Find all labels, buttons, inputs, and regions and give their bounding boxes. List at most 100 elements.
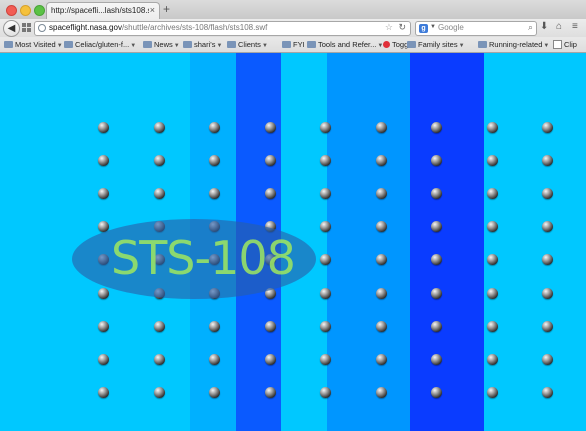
grid-dot	[375, 187, 387, 199]
grid-dot	[486, 154, 498, 166]
folder-icon	[183, 40, 192, 48]
folder-icon	[227, 40, 236, 48]
grid-dot	[375, 220, 387, 232]
menu-icon[interactable]: ≡	[572, 21, 578, 32]
grid-dot	[375, 320, 387, 332]
grid-dot	[208, 187, 220, 199]
bookmark-label: Celiac/gluten-f...	[75, 40, 130, 49]
grid-dot	[97, 121, 109, 133]
grid-dot	[319, 121, 331, 133]
grid-dot	[541, 121, 553, 133]
grid-dot	[153, 320, 165, 332]
toggl-icon	[383, 40, 390, 48]
grid-dot	[430, 220, 442, 232]
browser-tab[interactable]: http://spacefli...lash/sts108.swf ×	[46, 2, 160, 20]
close-window-icon[interactable]	[6, 5, 17, 16]
new-tab-button[interactable]: +	[163, 2, 170, 16]
bookmark-item[interactable]: Clients▼	[227, 39, 268, 50]
bookmark-label: Tools and Refer...	[318, 40, 377, 49]
grid-dot	[375, 353, 387, 365]
chevron-down-icon: ▼	[543, 43, 550, 49]
grid-dot	[208, 320, 220, 332]
grid-dot	[319, 386, 331, 398]
grid-dot	[430, 187, 442, 199]
folder-icon	[64, 40, 73, 48]
grid-dot	[153, 353, 165, 365]
grid-dot	[208, 386, 220, 398]
bookmark-label: FYI	[293, 40, 305, 49]
bookmark-item[interactable]: News▼	[143, 39, 180, 50]
tab-title: http://spacefli...lash/sts108.swf	[51, 6, 149, 15]
home-icon[interactable]: ⌂	[556, 21, 562, 32]
tab-close-icon[interactable]: ×	[150, 5, 155, 15]
grid-dot	[541, 154, 553, 166]
grid-dot	[430, 353, 442, 365]
search-bar[interactable]: g ▼ Google ⌕	[415, 21, 537, 36]
bookmark-star-icon[interactable]: ☆	[385, 22, 393, 33]
globe-icon	[38, 24, 46, 32]
bookmark-item[interactable]: Celiac/gluten-f...▼	[64, 39, 136, 50]
grid-dot	[486, 353, 498, 365]
flash-content[interactable]: STS-108	[0, 53, 586, 431]
checkbox-icon	[553, 39, 562, 49]
grid-dot	[375, 121, 387, 133]
folder-icon	[407, 40, 416, 48]
grid-dot	[486, 187, 498, 199]
grid-dot	[97, 154, 109, 166]
zoom-window-icon[interactable]	[34, 5, 45, 16]
tab-bar: http://spacefli...lash/sts108.swf × +	[0, 0, 586, 20]
bookmark-label: Most Visited	[15, 40, 56, 49]
grid-dot	[97, 287, 109, 299]
back-button[interactable]: ◀	[3, 20, 20, 37]
google-engine-icon[interactable]: g	[419, 24, 428, 33]
bookmark-label: shari's	[194, 40, 216, 49]
stripe-mid	[327, 53, 410, 431]
reload-icon[interactable]: ↻	[398, 22, 406, 33]
bookmark-item[interactable]: Most Visited▼	[4, 39, 63, 50]
apps-grid-icon[interactable]	[22, 23, 31, 32]
grid-dot	[319, 154, 331, 166]
bookmark-item[interactable]: Family sites▼	[407, 39, 465, 50]
bookmark-item[interactable]: Clip	[553, 39, 577, 50]
grid-dot	[430, 154, 442, 166]
grid-dot	[319, 287, 331, 299]
bookmark-item[interactable]: Toggl	[383, 39, 410, 50]
grid-dot	[319, 253, 331, 265]
grid-dot	[430, 287, 442, 299]
url-bar[interactable]: spaceflight.nasa.gov/shuttle/archives/st…	[34, 21, 411, 36]
grid-dot	[319, 320, 331, 332]
url-host: spaceflight.nasa.gov	[49, 23, 122, 32]
grid-dot	[541, 320, 553, 332]
search-icon[interactable]: ⌕	[528, 22, 533, 33]
download-icon[interactable]: ⬇	[540, 21, 548, 32]
grid-dot	[97, 187, 109, 199]
grid-dot	[264, 121, 276, 133]
minimize-window-icon[interactable]	[20, 5, 31, 16]
grid-dot	[486, 220, 498, 232]
folder-icon	[282, 40, 291, 48]
grid-dot	[153, 121, 165, 133]
search-placeholder: Google	[438, 23, 464, 32]
chevron-down-icon: ▼	[261, 43, 268, 49]
chevron-down-icon: ▼	[173, 43, 180, 49]
grid-dot	[375, 287, 387, 299]
bookmark-item[interactable]: shari's▼	[183, 39, 222, 50]
grid-dot	[264, 353, 276, 365]
grid-dot	[430, 320, 442, 332]
bookmark-item[interactable]: Running-related▼	[478, 39, 549, 50]
grid-dot	[153, 386, 165, 398]
grid-dot	[541, 353, 553, 365]
folder-icon	[143, 40, 152, 48]
grid-dot	[319, 353, 331, 365]
engine-dropdown-icon[interactable]: ▼	[430, 24, 436, 30]
grid-dot	[375, 386, 387, 398]
bookmark-item[interactable]: Tools and Refer...▼	[307, 39, 383, 50]
grid-dot	[264, 154, 276, 166]
grid-dot	[264, 386, 276, 398]
grid-dot	[208, 121, 220, 133]
bookmarks-bar: Most Visited▼ Celiac/gluten-f...▼ News▼ sha…	[0, 37, 586, 53]
grid-dot	[541, 287, 553, 299]
grid-dot	[264, 187, 276, 199]
grid-dot	[541, 220, 553, 232]
grid-dot	[208, 353, 220, 365]
